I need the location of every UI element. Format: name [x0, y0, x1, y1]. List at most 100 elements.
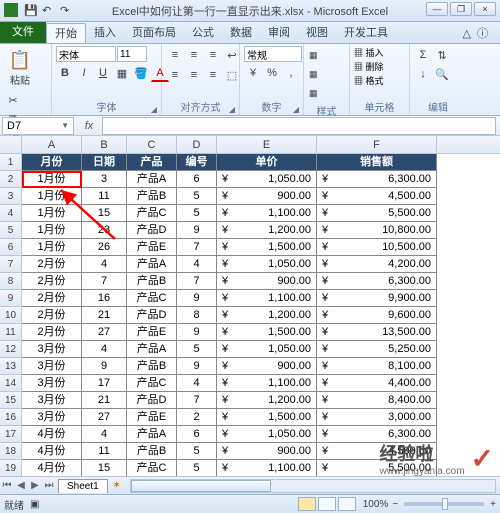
cell[interactable]: ¥6,300.00	[317, 273, 437, 290]
cell[interactable]: 4	[82, 256, 127, 273]
col-header-D[interactable]: D	[177, 136, 217, 153]
cell[interactable]: 16	[82, 290, 127, 307]
cell[interactable]: 产品C	[127, 375, 177, 392]
cell[interactable]: 15	[82, 460, 127, 476]
cell[interactable]: 27	[82, 409, 127, 426]
table-fmt-button[interactable]: ▦	[308, 65, 319, 83]
align-center-button[interactable]: ≡	[185, 66, 203, 84]
cell[interactable]: ¥1,500.00	[217, 239, 317, 256]
cell[interactable]: 4	[177, 375, 217, 392]
cell[interactable]: ¥4,200.00	[317, 256, 437, 273]
header-cell[interactable]: 产品	[127, 154, 177, 171]
new-sheet-button[interactable]: ✶	[108, 480, 126, 491]
cell[interactable]: ¥1,200.00	[217, 392, 317, 409]
cell[interactable]: 2月份	[22, 324, 82, 341]
cell[interactable]: 2	[177, 409, 217, 426]
redo-icon[interactable]: ↷	[60, 4, 74, 18]
sum-button[interactable]: Σ	[414, 46, 432, 64]
col-header-F[interactable]: F	[317, 136, 437, 153]
review-tab[interactable]: 审阅	[260, 23, 298, 43]
ribbon-min-icon[interactable]: △	[463, 27, 471, 40]
formulas-tab[interactable]: 公式	[184, 23, 222, 43]
row-header[interactable]: 15	[0, 392, 22, 409]
cell[interactable]: 产品E	[127, 324, 177, 341]
dev-tab[interactable]: 开发工具	[336, 23, 396, 43]
cell-style-button[interactable]: ▦	[308, 84, 319, 102]
launcher-icon[interactable]: ◢	[151, 105, 157, 114]
row-header[interactable]: 11	[0, 324, 22, 341]
col-header-B[interactable]: B	[82, 136, 127, 153]
align-left-button[interactable]: ≡	[166, 66, 184, 84]
row-header[interactable]: 2	[0, 171, 22, 188]
slider-thumb[interactable]	[442, 498, 448, 510]
cell[interactable]: ¥5,500.00	[317, 205, 437, 222]
cell[interactable]: 9	[177, 290, 217, 307]
merge-button[interactable]: ⬚	[223, 66, 241, 84]
cell[interactable]: 3月份	[22, 409, 82, 426]
italic-button[interactable]: I	[75, 64, 93, 82]
home-tab[interactable]: 开始	[46, 23, 86, 43]
cell[interactable]: ¥1,050.00	[217, 426, 317, 443]
cell[interactable]: 产品D	[127, 392, 177, 409]
cell[interactable]: 产品A	[127, 341, 177, 358]
cell[interactable]: 2月份	[22, 273, 82, 290]
cell[interactable]: ¥1,200.00	[217, 307, 317, 324]
cell[interactable]: ¥1,050.00	[217, 341, 317, 358]
zoom-slider[interactable]	[404, 502, 484, 506]
undo-icon[interactable]: ↶	[42, 4, 56, 18]
cell[interactable]: ¥1,100.00	[217, 460, 317, 476]
cell[interactable]: 产品D	[127, 222, 177, 239]
data-tab[interactable]: 数据	[222, 23, 260, 43]
cell[interactable]: 7	[177, 239, 217, 256]
macro-icon[interactable]: ▣	[30, 499, 39, 510]
cell[interactable]: ¥900.00	[217, 358, 317, 375]
row-header[interactable]: 14	[0, 375, 22, 392]
cell[interactable]: 产品C	[127, 205, 177, 222]
row-header[interactable]: 18	[0, 443, 22, 460]
cell[interactable]: 27	[82, 324, 127, 341]
last-sheet-button[interactable]: ⏭	[42, 480, 56, 491]
launcher-icon[interactable]: ◢	[293, 105, 299, 114]
cell[interactable]: 9	[177, 358, 217, 375]
name-box[interactable]: D7▼	[2, 117, 74, 135]
cell[interactable]: 4月份	[22, 426, 82, 443]
cell[interactable]: 5	[177, 341, 217, 358]
pagebreak-view-button[interactable]	[338, 497, 356, 511]
row-header[interactable]: 6	[0, 239, 22, 256]
cell[interactable]: 17	[82, 375, 127, 392]
cell[interactable]: ¥1,100.00	[217, 375, 317, 392]
cell[interactable]: ¥10,800.00	[317, 222, 437, 239]
cell[interactable]: 4月份	[22, 443, 82, 460]
row-header[interactable]: 10	[0, 307, 22, 324]
cell[interactable]: 产品E	[127, 239, 177, 256]
wrap-button[interactable]: ↩	[223, 46, 241, 64]
align-top-button[interactable]: ≡	[166, 46, 184, 64]
first-sheet-button[interactable]: ⏮	[0, 480, 14, 491]
cell[interactable]: 6	[177, 171, 217, 188]
cell[interactable]: ¥1,100.00	[217, 205, 317, 222]
underline-button[interactable]: U	[94, 64, 112, 82]
insert-tab[interactable]: 插入	[86, 23, 124, 43]
row-header[interactable]: 13	[0, 358, 22, 375]
cell[interactable]: 产品C	[127, 290, 177, 307]
formula-bar[interactable]	[102, 117, 496, 135]
cell[interactable]: 4	[82, 426, 127, 443]
row-header[interactable]: 17	[0, 426, 22, 443]
cell[interactable]: ¥8,400.00	[317, 392, 437, 409]
select-all-corner[interactable]	[0, 136, 22, 153]
layout-tab[interactable]: 页面布局	[124, 23, 184, 43]
cell[interactable]: 11	[82, 188, 127, 205]
cell[interactable]: 7	[177, 273, 217, 290]
prev-sheet-button[interactable]: ◀	[14, 480, 28, 491]
number-format-select[interactable]	[244, 46, 302, 62]
cell[interactable]: ¥900.00	[217, 188, 317, 205]
cell[interactable]: 3	[82, 171, 127, 188]
cell[interactable]: 4	[177, 256, 217, 273]
comma-button[interactable]: ,	[282, 64, 300, 82]
font-size-select[interactable]	[117, 46, 147, 62]
cell[interactable]: ¥1,050.00	[217, 171, 317, 188]
row-header[interactable]: 8	[0, 273, 22, 290]
cell[interactable]: 产品B	[127, 358, 177, 375]
cell[interactable]: 2月份	[22, 290, 82, 307]
sheet-tab[interactable]: Sheet1	[58, 479, 108, 493]
